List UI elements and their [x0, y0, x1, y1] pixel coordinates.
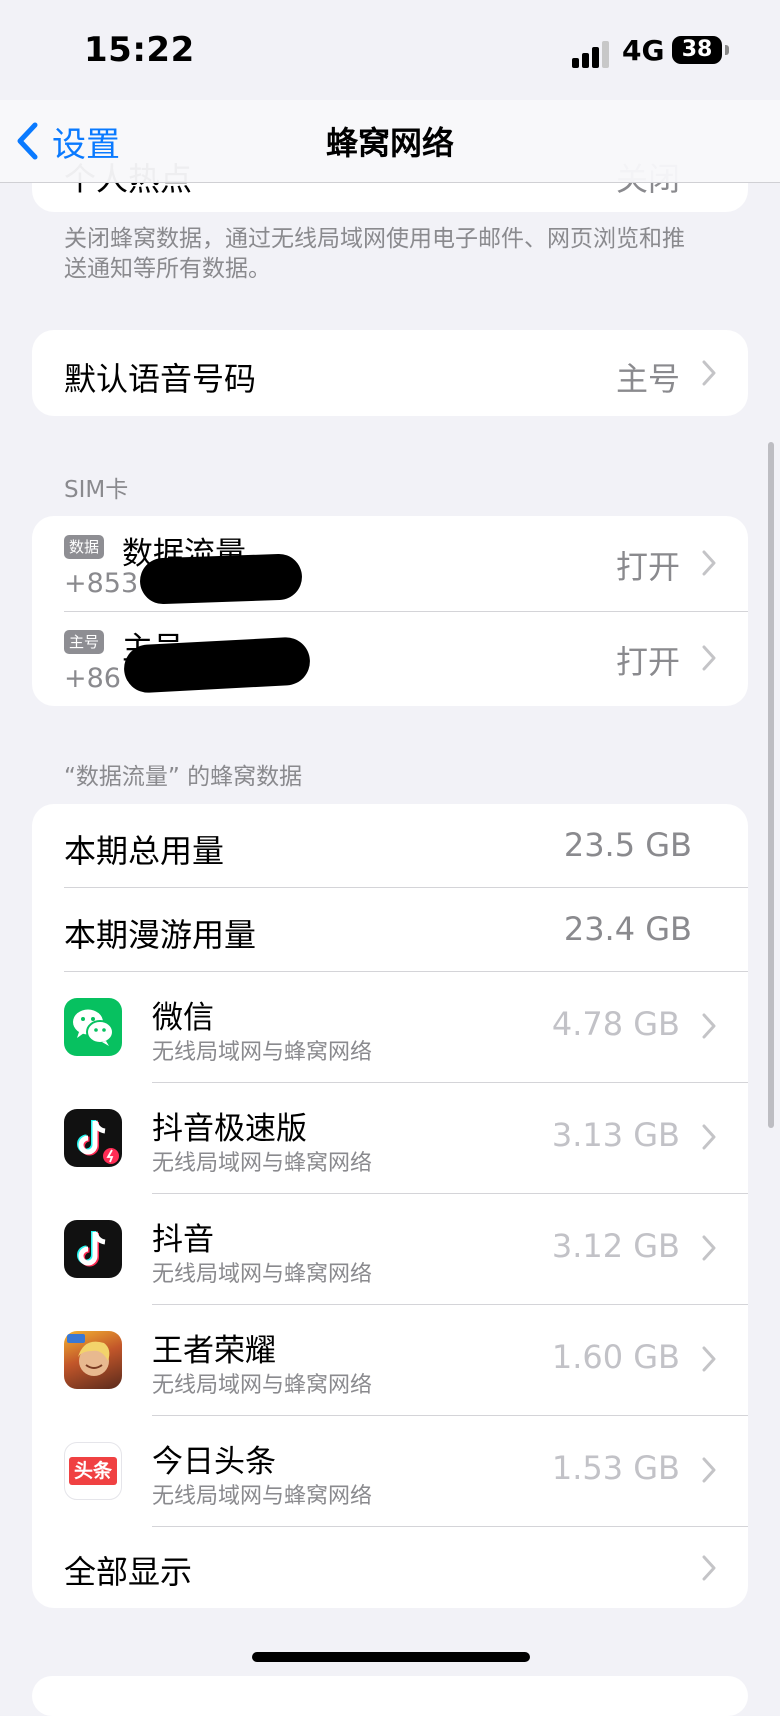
cellular-data-footer: 关闭蜂窝数据，通过无线局域网使用电子邮件、网页浏览和推送通知等所有数据。 [64, 226, 685, 282]
chevron-right-icon [702, 360, 716, 386]
sim-line-status: 打开 [615, 548, 680, 586]
app-subtitle: 无线局域网与蜂窝网络 [152, 1040, 373, 1065]
battery-tip [725, 45, 729, 55]
chevron-right-icon [702, 1124, 716, 1150]
toutiao-icon: 头条 [64, 1442, 122, 1500]
chevron-right-icon [702, 1346, 716, 1372]
chevron-right-icon [702, 1555, 716, 1581]
chevron-right-icon [702, 1235, 716, 1261]
sim-line-number: +853 [64, 568, 139, 599]
home-indicator[interactable] [252, 1652, 530, 1662]
app-name: 今日头条 [152, 1444, 276, 1480]
battery-icon: 38 [672, 36, 722, 64]
navigation-bar: 设置 蜂窝网络 [0, 100, 780, 183]
usage-section-header: “数据流量” 的蜂窝数据 [64, 764, 303, 790]
chevron-right-icon [702, 645, 716, 671]
app-name: 微信 [152, 1000, 214, 1036]
app-row-douyin-lite[interactable]: 抖音极速版 无线局域网与蜂窝网络 3.13 GB [32, 1083, 748, 1193]
app-name: 抖音极速版 [152, 1111, 307, 1147]
status-bar: 15:22 4G 38 [0, 0, 780, 100]
sim-badge: 数据 [64, 535, 105, 559]
app-name: 抖音 [152, 1222, 214, 1258]
total-usage-label: 本期总用量 [64, 832, 225, 870]
toutiao-logo: 头条 [69, 1457, 117, 1485]
sim-line-primary[interactable]: 主号 主号 +86 打开 [32, 611, 748, 706]
app-subtitle: 无线局域网与蜂窝网络 [152, 1373, 373, 1398]
douyin-icon [64, 1220, 122, 1278]
redaction-mark [122, 636, 312, 694]
show-all-label: 全部显示 [64, 1553, 193, 1591]
app-usage-value: 3.12 GB [551, 1227, 680, 1265]
app-usage-value: 1.60 GB [551, 1338, 680, 1376]
roaming-usage-value: 23.4 GB [563, 910, 692, 948]
app-name: 王者荣耀 [152, 1333, 276, 1369]
network-type: 4G [622, 34, 665, 67]
cellular-signal-icon [572, 40, 612, 68]
app-usage-value: 4.78 GB [551, 1005, 680, 1043]
battery-level: 38 [681, 37, 713, 62]
sim-line-data[interactable]: 数据 数据流量 +853 打开 [32, 516, 748, 611]
app-row-wechat[interactable]: 微信 无线局域网与蜂窝网络 4.78 GB [32, 972, 748, 1082]
sim-line-number: +86 [64, 663, 121, 694]
sim-badge: 主号 [64, 630, 105, 654]
page-title: 蜂窝网络 [325, 124, 454, 162]
default-voice-label: 默认语音号码 [64, 360, 257, 398]
app-subtitle: 无线局域网与蜂窝网络 [152, 1262, 373, 1287]
default-voice-value: 主号 [615, 360, 680, 398]
honor-of-kings-icon [64, 1331, 122, 1389]
total-usage-value: 23.5 GB [563, 826, 692, 864]
usage-list: 本期总用量 23.5 GB 本期漫游用量 23.4 GB 微信 无线局域网与蜂窝… [32, 804, 748, 1608]
chevron-right-icon [702, 1457, 716, 1483]
roaming-usage-row: 本期漫游用量 23.4 GB [32, 888, 748, 971]
next-card-peek [32, 1676, 748, 1716]
douyin-lite-icon [64, 1109, 122, 1167]
chevron-right-icon [702, 550, 716, 576]
app-row-toutiao[interactable]: 头条 今日头条 无线局域网与蜂窝网络 1.53 GB [32, 1416, 748, 1526]
total-usage-row: 本期总用量 23.5 GB [32, 804, 748, 887]
app-subtitle: 无线局域网与蜂窝网络 [152, 1484, 373, 1509]
app-row-honor-of-kings[interactable]: 王者荣耀 无线局域网与蜂窝网络 1.60 GB [32, 1305, 748, 1415]
app-subtitle: 无线局域网与蜂窝网络 [152, 1151, 373, 1176]
app-usage-value: 3.13 GB [551, 1116, 680, 1154]
app-row-douyin[interactable]: 抖音 无线局域网与蜂窝网络 3.12 GB [32, 1194, 748, 1304]
roaming-usage-label: 本期漫游用量 [64, 916, 257, 954]
sim-section-header: SIM卡 [64, 477, 129, 503]
scroll-indicator[interactable] [768, 442, 774, 1128]
sim-line-status: 打开 [615, 643, 680, 681]
chevron-right-icon [702, 1013, 716, 1039]
sim-card-list: 数据 数据流量 +853 打开 主号 主号 +86 打开 [32, 516, 748, 706]
show-all-row[interactable]: 全部显示 [32, 1527, 748, 1608]
clock: 15:22 [84, 30, 195, 70]
wechat-icon [64, 998, 122, 1056]
app-usage-value: 1.53 GB [551, 1449, 680, 1487]
redaction-mark [139, 553, 303, 605]
default-voice-row[interactable]: 默认语音号码 主号 [32, 330, 748, 416]
